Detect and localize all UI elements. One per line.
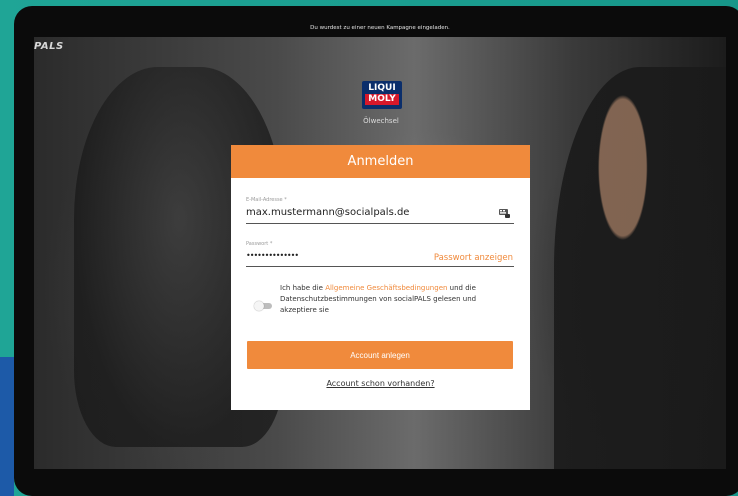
existing-account-link[interactable]: Account schon vorhanden? xyxy=(231,379,530,388)
background-mechanic xyxy=(554,67,726,469)
card-title: Anmelden xyxy=(231,145,530,178)
brand-logo-text: PALS xyxy=(34,41,64,52)
password-field[interactable]: •••••••••••••• xyxy=(246,251,299,260)
email-label: E-Mail-Adresse * xyxy=(246,197,287,203)
terms-text: Ich habe die Allgemeine Geschäftsbedingu… xyxy=(280,283,505,316)
terms-link[interactable]: Allgemeine Geschäftsbedingungen xyxy=(325,284,447,292)
logo-line-2: MOLY xyxy=(365,94,399,105)
side-accent-strip xyxy=(0,357,14,496)
logo-line-1: LIQUI xyxy=(368,83,396,93)
password-label: Passwort * xyxy=(246,241,273,247)
create-account-button[interactable]: Account anlegen xyxy=(247,341,513,369)
invitation-text: Du wurdest zu einer neuen Kampagne einge… xyxy=(310,25,450,31)
keyboard-icon[interactable] xyxy=(499,209,510,218)
password-underline xyxy=(246,266,514,267)
login-card: Anmelden E-Mail-Adresse * max.mustermann… xyxy=(231,145,530,410)
campaign-tagline: Ölwechsel xyxy=(363,117,399,125)
show-password-link[interactable]: Passwort anzeigen xyxy=(434,253,513,263)
email-field[interactable]: max.mustermann@socialpals.de xyxy=(246,207,409,218)
terms-prefix: Ich habe die xyxy=(280,284,326,292)
terms-toggle[interactable] xyxy=(254,301,272,311)
terms-toggle-knob[interactable] xyxy=(254,301,264,311)
email-underline xyxy=(246,223,514,224)
liqui-moly-logo: LIQUI MOLY xyxy=(362,81,402,109)
